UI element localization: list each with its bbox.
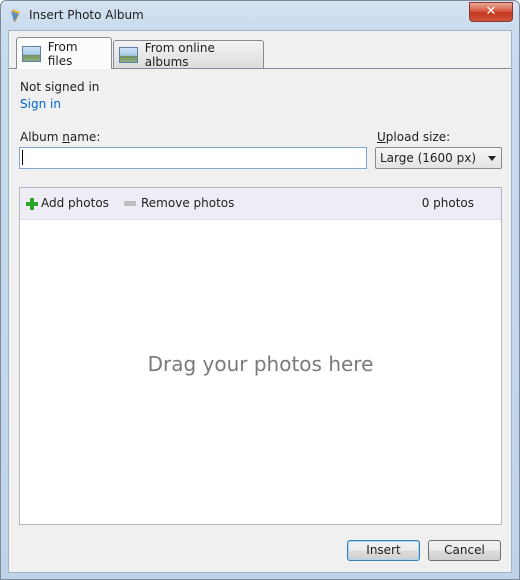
- text-caret: [22, 150, 23, 165]
- picture-icon: [119, 46, 138, 63]
- title-bar[interactable]: Insert Photo Album ✕: [1, 1, 519, 29]
- tab-strip: From files From online albums: [9, 31, 511, 71]
- tab-label: From files: [47, 39, 78, 68]
- upload-size-value: Large (1600 px): [380, 151, 477, 165]
- cancel-label: Cancel: [444, 543, 485, 557]
- tab-from-files[interactable]: From files: [16, 37, 112, 69]
- upload-size-select[interactable]: Large (1600 px): [375, 147, 502, 169]
- album-name-label: Album name:: [20, 130, 101, 144]
- app-icon: [11, 9, 20, 23]
- tab-from-online-albums[interactable]: From online albums: [113, 40, 264, 69]
- add-photos-label: Add photos: [41, 196, 109, 210]
- sign-in-status: Not signed in: [20, 80, 100, 94]
- chevron-down-icon: [488, 156, 496, 161]
- sign-in-link[interactable]: Sign in: [20, 97, 61, 111]
- tab-label: From online albums: [144, 40, 215, 69]
- minus-icon: [124, 200, 136, 206]
- close-button[interactable]: ✕: [469, 2, 513, 22]
- plus-icon: [26, 197, 38, 210]
- cancel-button[interactable]: Cancel: [428, 540, 501, 561]
- remove-photos-label: Remove photos: [141, 196, 235, 210]
- photo-toolbar: Add photos Remove photos 0 photos: [20, 188, 501, 220]
- insert-button[interactable]: Insert: [347, 540, 420, 561]
- dialog-body: From files From online albums Not signed…: [8, 30, 512, 573]
- upload-size-label: Upload size:: [377, 130, 451, 144]
- photo-drop-area[interactable]: Add photos Remove photos 0 photos Drag y…: [19, 187, 502, 525]
- window-title: Insert Photo Album: [29, 8, 144, 22]
- insert-label: Insert: [366, 543, 401, 557]
- album-name-input[interactable]: [19, 147, 367, 169]
- insert-photo-album-dialog: Insert Photo Album ✕ From files From onl…: [0, 0, 520, 580]
- add-photos-button[interactable]: Add photos: [26, 196, 109, 210]
- drop-hint: Drag your photos here: [147, 352, 374, 376]
- remove-photos-button[interactable]: Remove photos: [124, 196, 234, 210]
- close-icon: ✕: [485, 4, 497, 19]
- picture-icon: [22, 45, 41, 62]
- photo-count: 0 photos: [421, 196, 474, 210]
